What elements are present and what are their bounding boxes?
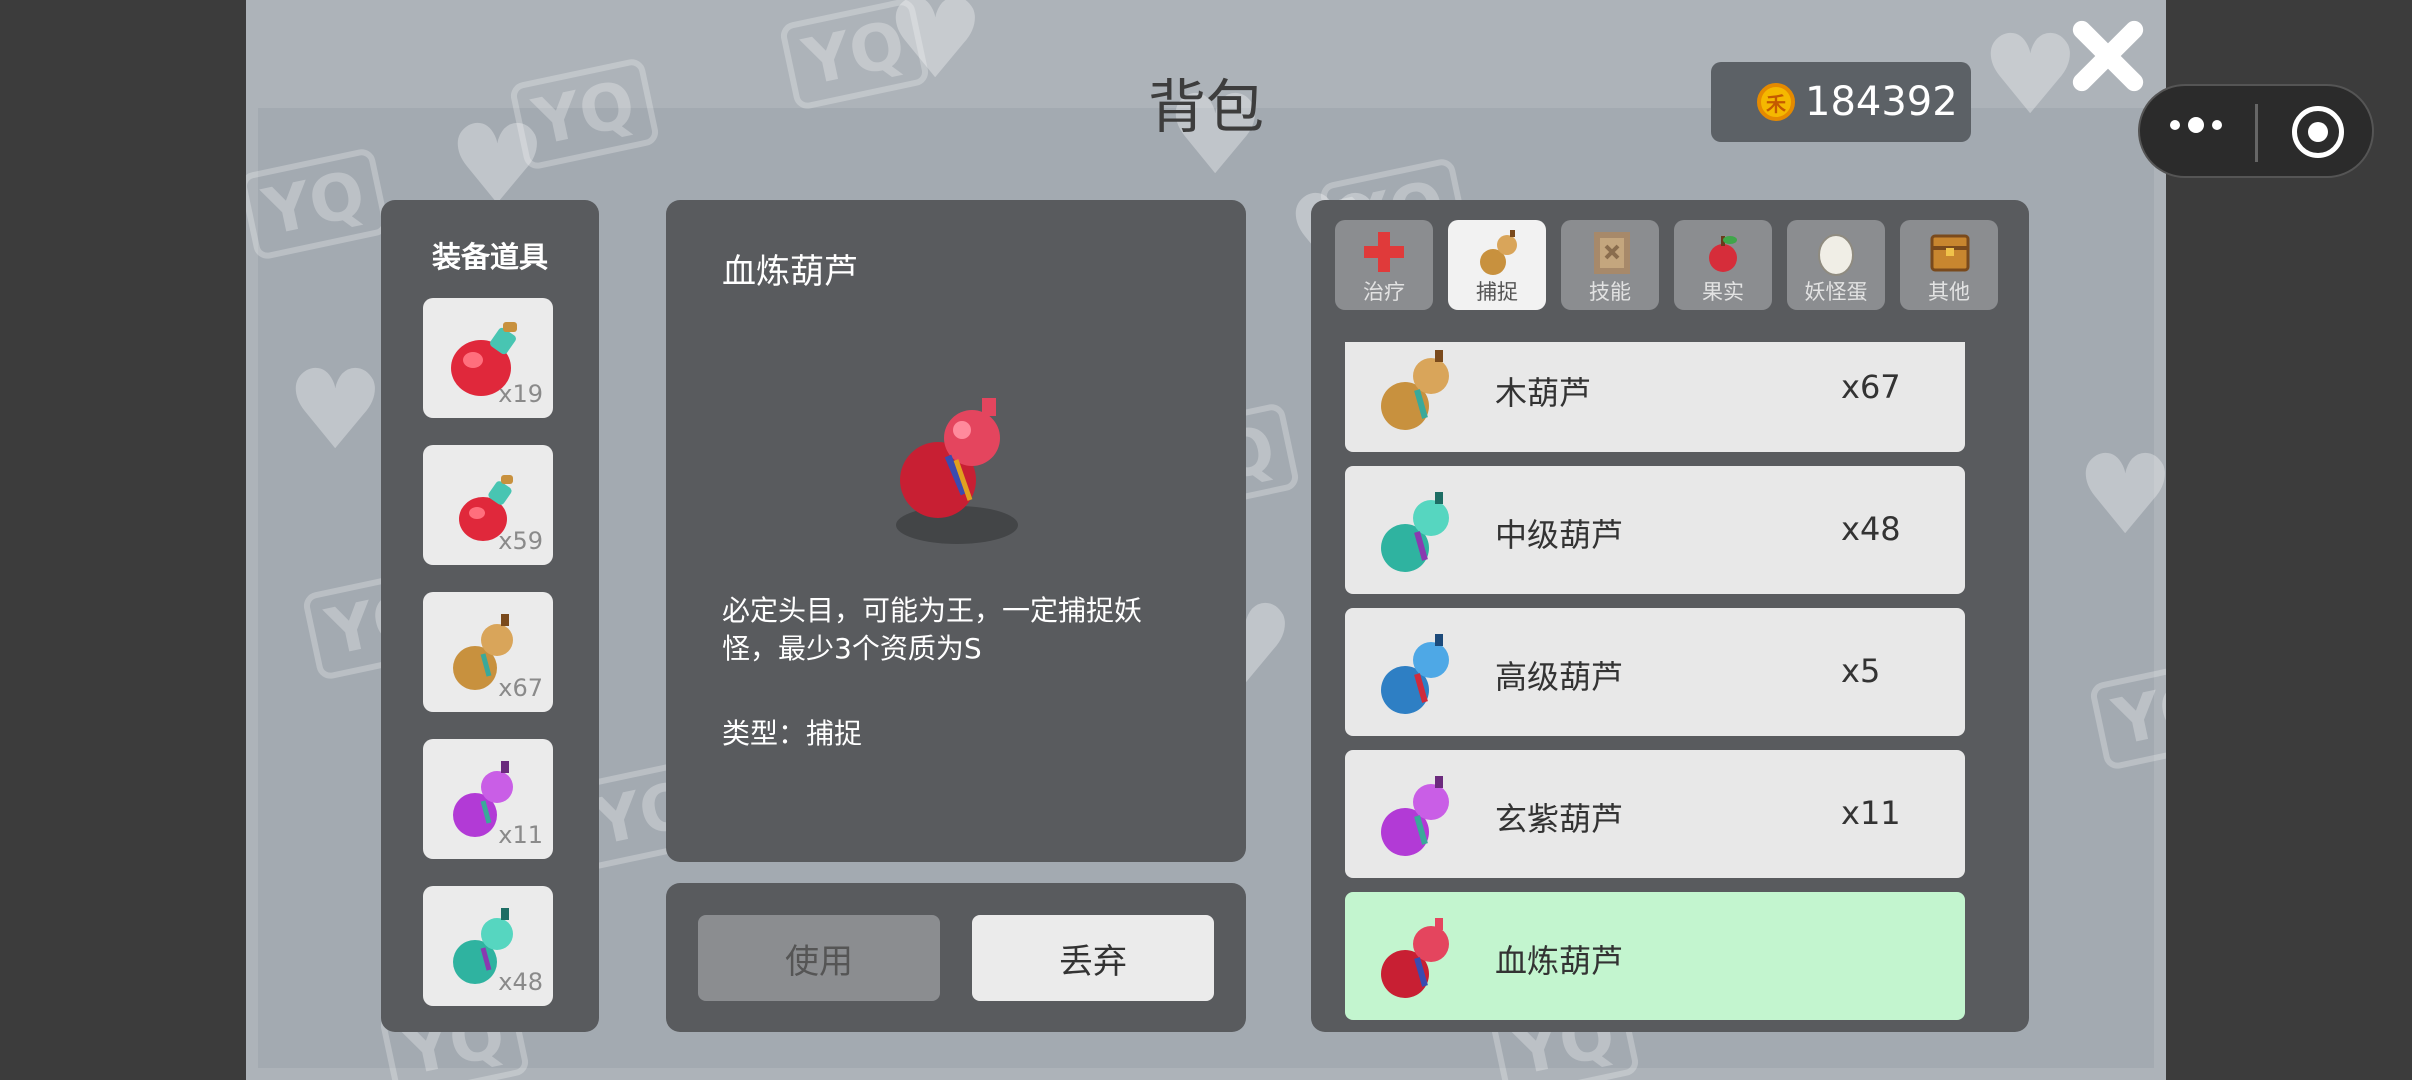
list-item[interactable]: 高级葫芦 x5 bbox=[1345, 608, 1965, 736]
wood-gourd-icon bbox=[1381, 350, 1449, 430]
gold-coin-icon: 禾 bbox=[1757, 83, 1795, 121]
gourd-icon bbox=[1480, 230, 1517, 275]
chest-icon bbox=[1930, 234, 1970, 272]
item-detail-name: 血炼葫芦 bbox=[722, 252, 858, 292]
item-description: 必定头目，可能为王，一定捕捉妖怪，最少3个资质为S bbox=[722, 594, 1143, 665]
item-list[interactable]: 木葫芦 x67 中级葫芦 x48 高级葫芦 x5 玄紫葫芦 x11 血炼葫芦 bbox=[1345, 342, 1965, 1022]
list-item[interactable]: 中级葫芦 x48 bbox=[1345, 466, 1965, 594]
item-count: x19 bbox=[498, 380, 543, 408]
teal-gourd-icon bbox=[1381, 492, 1449, 572]
currency-amount: 184392 bbox=[1805, 79, 1958, 125]
list-item-selected[interactable]: 血炼葫芦 bbox=[1345, 892, 1965, 1020]
tab-capture[interactable]: 捕捉 bbox=[1448, 220, 1546, 310]
tab-label: 果实 bbox=[1702, 280, 1744, 304]
equip-slot[interactable]: x48 bbox=[423, 886, 553, 1006]
egg-icon bbox=[1818, 234, 1854, 276]
tab-skill[interactable]: 技能 bbox=[1561, 220, 1659, 310]
item-name: 木葫芦 bbox=[1495, 374, 1592, 412]
discard-button[interactable]: 丢弃 bbox=[972, 915, 1214, 1001]
item-name: 中级葫芦 bbox=[1495, 516, 1624, 554]
list-item[interactable]: 木葫芦 x67 bbox=[1345, 342, 1965, 452]
close-icon[interactable] bbox=[2066, 14, 2150, 98]
item-count: x11 bbox=[1841, 794, 1901, 832]
item-count: x67 bbox=[498, 674, 543, 702]
tab-label: 妖怪蛋 bbox=[1804, 280, 1868, 304]
skill-scroll-icon bbox=[1594, 232, 1630, 274]
item-name: 高级葫芦 bbox=[1495, 658, 1624, 696]
heart-icon: ♥ bbox=[286, 346, 385, 474]
exit-target-icon[interactable] bbox=[2292, 106, 2344, 158]
more-menu-icon[interactable] bbox=[2170, 117, 2222, 133]
blood-gourd-icon bbox=[900, 398, 1000, 518]
item-actions-panel: 使用 丢弃 bbox=[666, 883, 1246, 1032]
list-item[interactable]: 玄紫葫芦 x11 bbox=[1345, 750, 1965, 878]
item-count: x67 bbox=[1841, 368, 1901, 406]
tab-label: 技能 bbox=[1589, 280, 1631, 304]
currency-display: 禾 184392 bbox=[1711, 62, 1971, 142]
equipped-items-panel: 装备道具 x19 x59 x67 x11 x48 bbox=[381, 200, 599, 1032]
tab-label: 其他 bbox=[1928, 280, 1970, 304]
equip-slot[interactable]: x19 bbox=[423, 298, 553, 418]
tab-label: 治疗 bbox=[1363, 280, 1405, 304]
tab-monster-egg[interactable]: 妖怪蛋 bbox=[1787, 220, 1885, 310]
fruit-icon bbox=[1709, 236, 1737, 272]
equip-slot[interactable]: x67 bbox=[423, 592, 553, 712]
item-name: 血炼葫芦 bbox=[1495, 942, 1624, 980]
use-button[interactable]: 使用 bbox=[698, 915, 940, 1001]
item-count: x59 bbox=[498, 527, 543, 555]
miniprogram-capsule bbox=[2138, 84, 2374, 178]
equip-slot[interactable]: x59 bbox=[423, 445, 553, 565]
tab-heal[interactable]: 治疗 bbox=[1335, 220, 1433, 310]
capsule-divider bbox=[2255, 104, 2258, 162]
tab-fruit[interactable]: 果实 bbox=[1674, 220, 1772, 310]
item-detail-panel: 血炼葫芦 必定头目，可能为王，一定捕捉妖怪，最少3个资质为S 类型：捕捉 bbox=[666, 200, 1246, 862]
item-type: 类型：捕捉 bbox=[722, 717, 863, 750]
equipped-items-title: 装备道具 bbox=[431, 240, 548, 274]
item-name: 玄紫葫芦 bbox=[1495, 800, 1624, 838]
purple-gourd-icon bbox=[1381, 776, 1449, 856]
item-count: x48 bbox=[498, 968, 543, 996]
item-count: x48 bbox=[1841, 510, 1901, 548]
blood-gourd-icon bbox=[1381, 918, 1449, 998]
inventory-panel: 治疗 捕捉 技能 果实 妖怪蛋 其他 木葫芦 x67 中级葫芦 x48 高级葫芦… bbox=[1311, 200, 2029, 1032]
heart-icon: ♥ bbox=[2076, 431, 2166, 559]
blue-gourd-icon bbox=[1381, 634, 1449, 714]
game-screen: YQ YQ YQ YQ YQ YQ YQ YQ YQ YQ YQ YQ YQ Y… bbox=[246, 0, 2166, 1080]
tab-label: 捕捉 bbox=[1476, 280, 1518, 304]
item-count: x5 bbox=[1841, 652, 1881, 690]
item-count: x11 bbox=[498, 821, 543, 849]
heal-cross-icon bbox=[1364, 232, 1404, 272]
equip-slot[interactable]: x11 bbox=[423, 739, 553, 859]
tab-other[interactable]: 其他 bbox=[1900, 220, 1998, 310]
